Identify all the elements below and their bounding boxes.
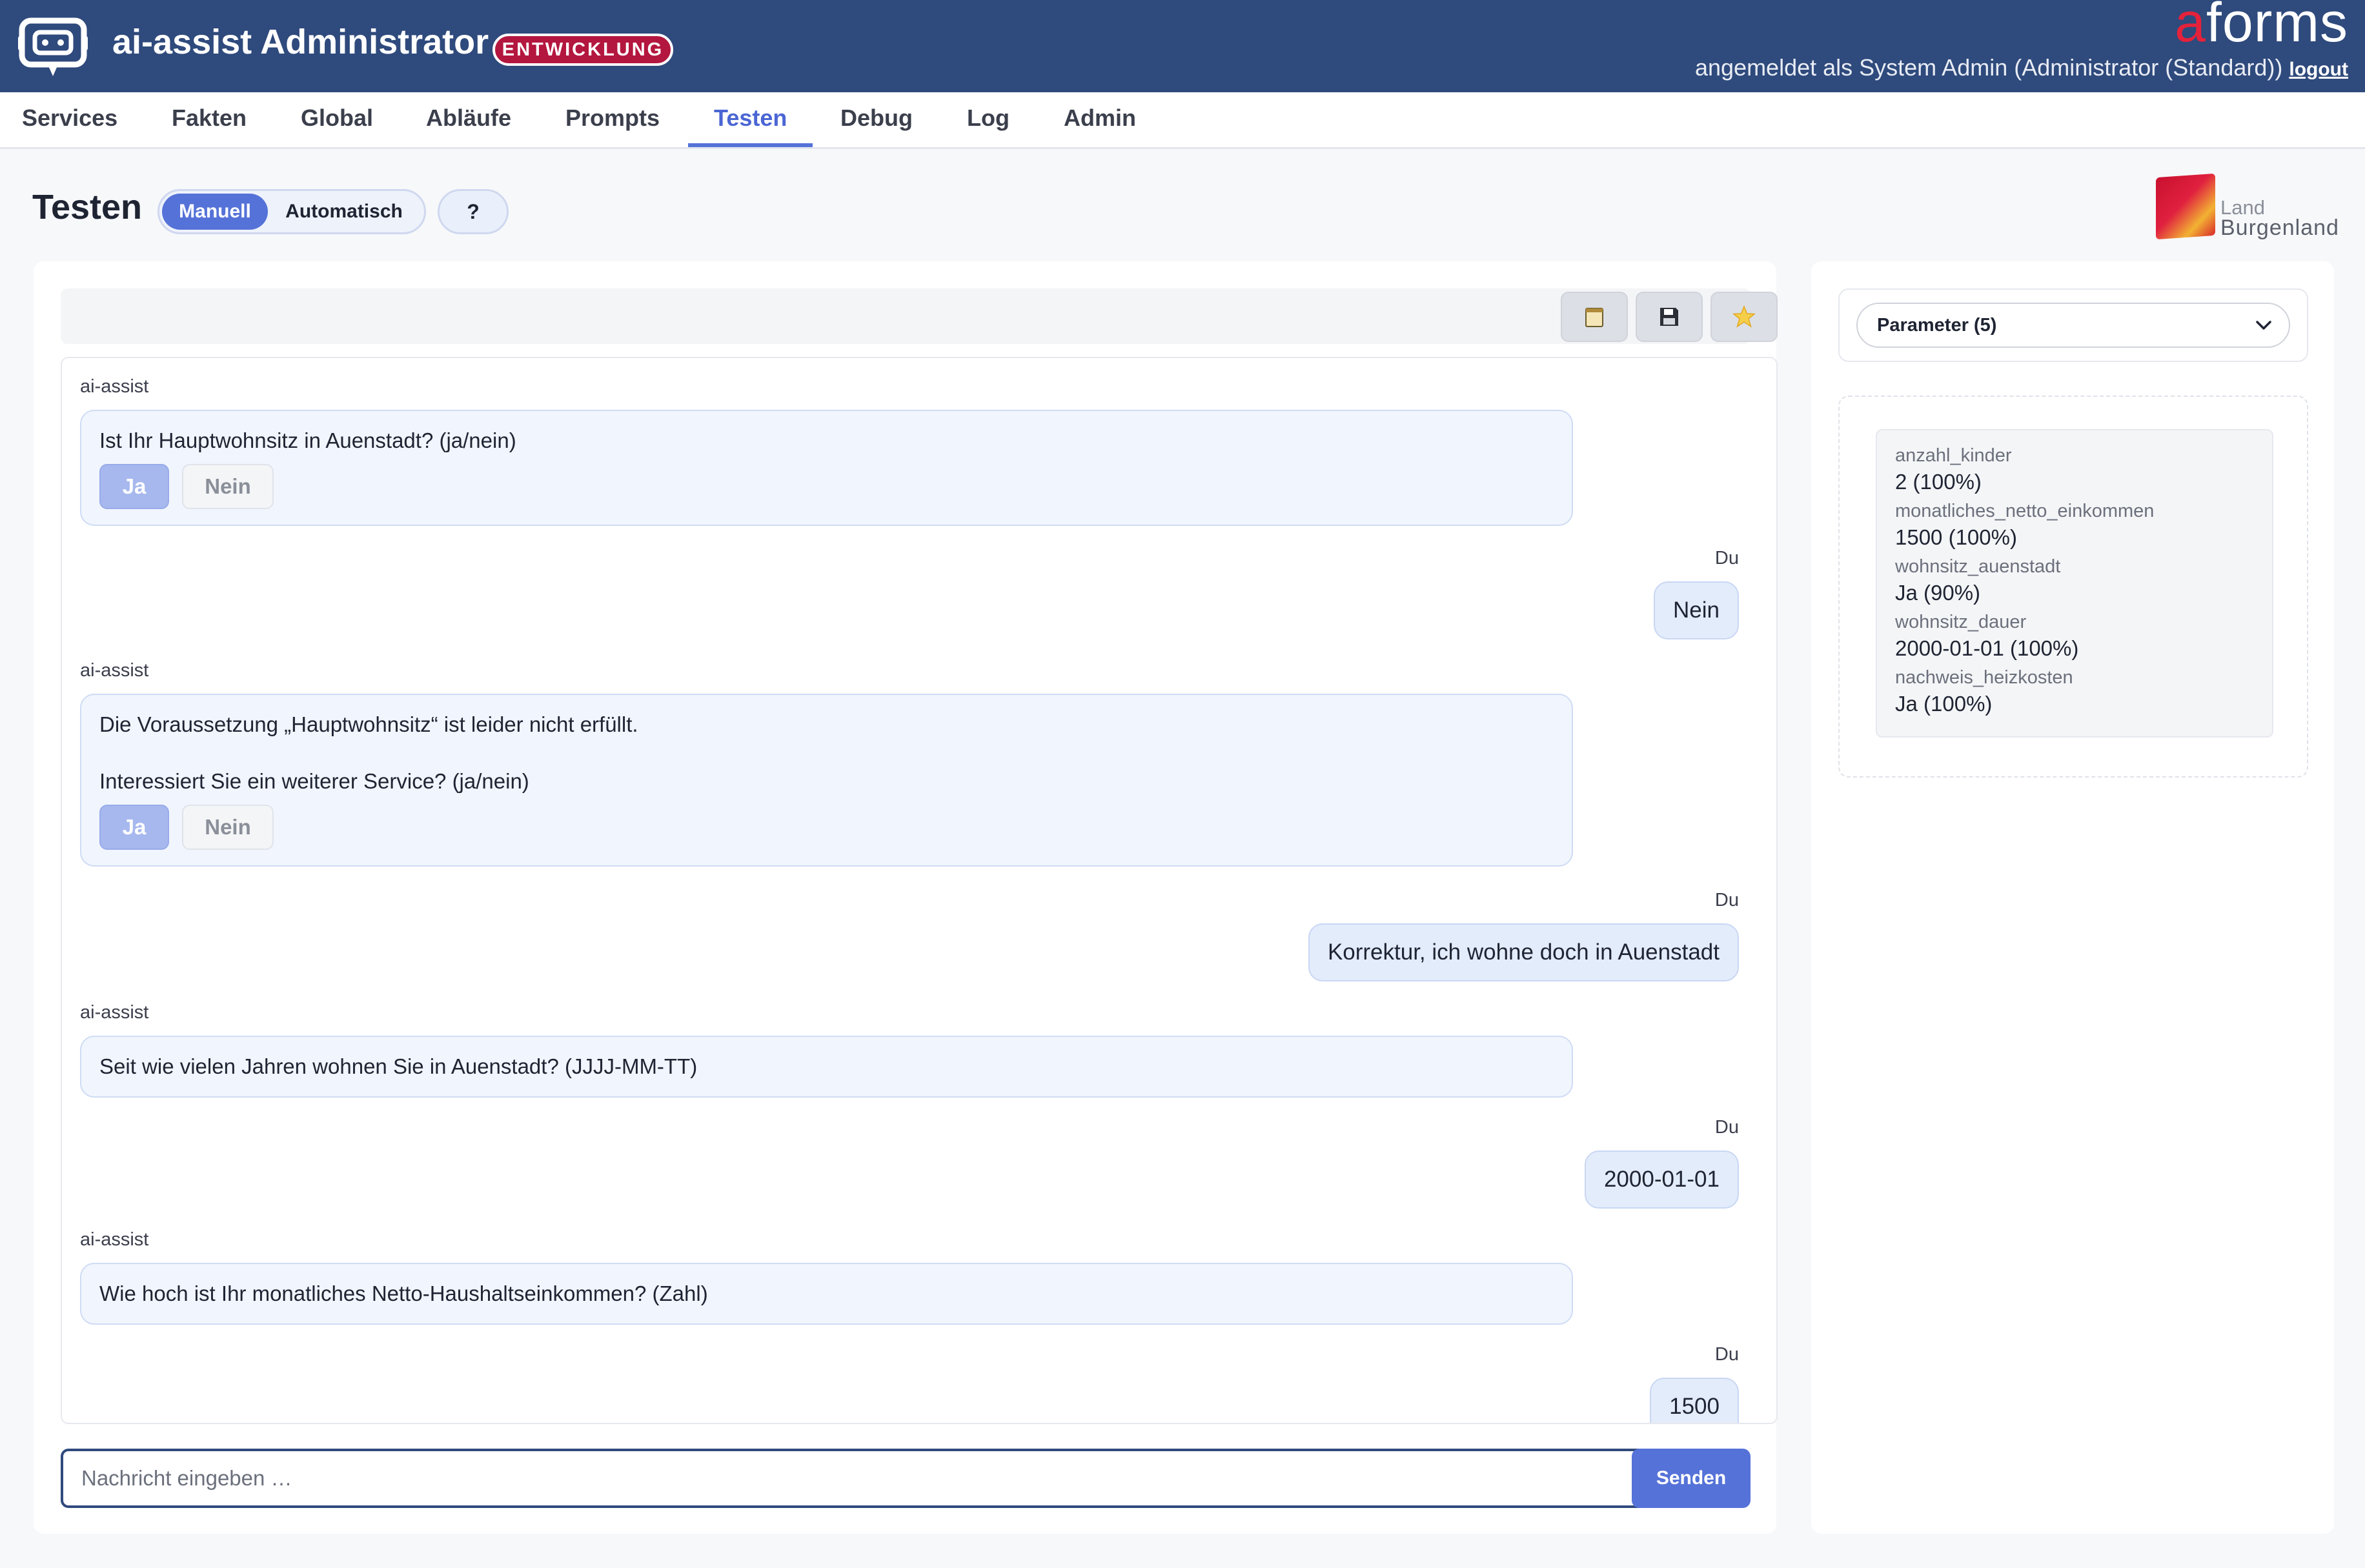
message-sender: ai-assist [80,1229,149,1250]
user-message: 2000-01-01 [1584,1151,1739,1209]
tab-testen[interactable]: Testen [688,92,813,147]
app-title: ai-assist Administrator [112,23,489,61]
page-title: Testen [32,188,143,226]
logo-line-2: Burgenland [2220,216,2339,240]
parameter-value: Ja (90%) [1895,581,1981,605]
message-input[interactable] [61,1449,1647,1508]
parameter-value: 2 (100%) [1895,470,1982,494]
main-nav: Services Fakten Global Abläufe Prompts T… [0,92,2365,149]
mode-toggle: Manuell Automatisch [157,189,426,234]
message-text: Wie hoch ist Ihr monatliches Netto-Haush… [99,1282,708,1305]
parameter-selector-wrapper: Parameter (5) [1838,288,2308,362]
flag-icon [2156,173,2215,240]
message-sender: Du [1714,1344,1739,1365]
user-message: Korrektur, ich wohne doch in Auenstadt [1308,923,1739,981]
parameter-name: anzahl_kinder [1895,445,2012,466]
tab-debug[interactable]: Debug [815,92,939,147]
parameter-item: wohnsitz_dauer 2000-01-01 (100%) [1895,610,2254,663]
save-icon [1660,308,1678,326]
message-list[interactable]: ai-assist Ist Ihr Hauptwohnsitz in Auens… [61,357,1778,1424]
parameter-name: wohnsitz_dauer [1895,612,2027,632]
chevron-down-icon [2256,321,2271,330]
mode-automatic-button[interactable]: Automatisch [273,194,415,230]
answer-buttons: Ja Nein [99,805,1554,850]
login-text: angemeldet als System Admin (Administrat… [1694,54,2283,81]
parameter-panel: Parameter (5) anzahl_kinder 2 (100%) mon… [1811,261,2334,1534]
send-button[interactable]: Senden [1632,1449,1751,1508]
mode-manual-button[interactable]: Manuell [162,194,268,230]
star-icon [1732,305,1756,328]
chat-toolbar [61,288,1778,344]
parameter-name: monatliches_netto_einkommen [1895,501,2155,521]
brand-logo-text: forms [2206,0,2348,54]
parameter-item: monatliches_netto_einkommen 1500 (100%) [1895,499,2254,552]
brand-logo-a: a [2175,0,2206,54]
parameter-list: anzahl_kinder 2 (100%) monatliches_netto… [1876,429,2273,738]
tab-prompts[interactable]: Prompts [540,92,685,147]
parameter-dropdown-label: Parameter (5) [1877,315,1997,336]
parameter-name: wohnsitz_auenstadt [1895,556,2061,577]
message-sender: Du [1714,548,1739,568]
chat-panel: ai-assist Ist Ihr Hauptwohnsitz in Auens… [34,261,1778,1534]
answer-buttons: Ja Nein [99,464,1554,509]
top-header: ai-assist Administrator ENTWICKLUNG afor… [0,0,2365,92]
message-text: Ist Ihr Hauptwohnsitz in Auenstadt? (ja/… [99,428,516,452]
tab-global[interactable]: Global [275,92,399,147]
bot-message: Seit wie vielen Jahren wohnen Sie in Aue… [80,1036,1573,1098]
land-burgenland-logo: Land Burgenland [2156,173,2343,246]
tab-ablaeufe[interactable]: Abläufe [400,92,537,147]
favorite-button[interactable] [1710,292,1778,342]
bot-message: Ist Ihr Hauptwohnsitz in Auenstadt? (ja/… [80,410,1573,526]
message-sender: ai-assist [80,660,149,681]
parameter-item: wohnsitz_auenstadt Ja (90%) [1895,554,2254,607]
answer-no-button[interactable]: Nein [182,805,274,850]
tab-fakten[interactable]: Fakten [146,92,272,147]
message-sender: ai-assist [80,376,149,397]
user-message: Nein [1654,581,1739,639]
message-text: Interessiert Sie ein weiterer Service? (… [99,769,529,793]
answer-no-button[interactable]: Nein [182,464,274,509]
answer-yes-button[interactable]: Ja [99,805,169,850]
message-text: Seit wie vielen Jahren wohnen Sie in Aue… [99,1054,698,1078]
notepad-icon [1585,308,1603,327]
tab-admin[interactable]: Admin [1038,92,1162,147]
logout-link[interactable]: logout [2289,59,2348,80]
message-text: Die Voraussetzung „Hauptwohnsitz“ ist le… [99,712,638,736]
parameter-dropdown[interactable]: Parameter (5) [1856,303,2290,348]
message-sender: Du [1714,890,1739,910]
message-sender: Du [1714,1117,1739,1138]
notepad-button[interactable] [1561,292,1628,342]
parameter-name: nachweis_heizkosten [1895,667,2073,688]
tab-log[interactable]: Log [941,92,1035,147]
login-info: angemeldet als System Admin (Administrat… [1695,54,2348,81]
parameter-item: anzahl_kinder 2 (100%) [1895,443,2254,496]
robot-icon [18,17,88,76]
parameter-value: 2000-01-01 (100%) [1895,636,2079,660]
parameter-list-wrapper: anzahl_kinder 2 (100%) monatliches_netto… [1838,396,2308,778]
parameter-value: 1500 (100%) [1895,525,2017,549]
help-button[interactable]: ? [438,189,509,234]
save-button[interactable] [1636,292,1703,342]
brand-logo: aforms [2175,0,2348,55]
environment-badge: ENTWICKLUNG [492,34,673,66]
message-sender: ai-assist [80,1002,149,1023]
parameter-item: nachweis_heizkosten Ja (100%) [1895,665,2254,718]
tab-services[interactable]: Services [0,92,143,147]
answer-yes-button[interactable]: Ja [99,464,169,509]
user-message: 1500 [1650,1378,1739,1423]
bot-message: Die Voraussetzung „Hauptwohnsitz“ ist le… [80,694,1573,867]
parameter-value: Ja (100%) [1895,692,1993,716]
bot-message: Wie hoch ist Ihr monatliches Netto-Haush… [80,1263,1573,1325]
